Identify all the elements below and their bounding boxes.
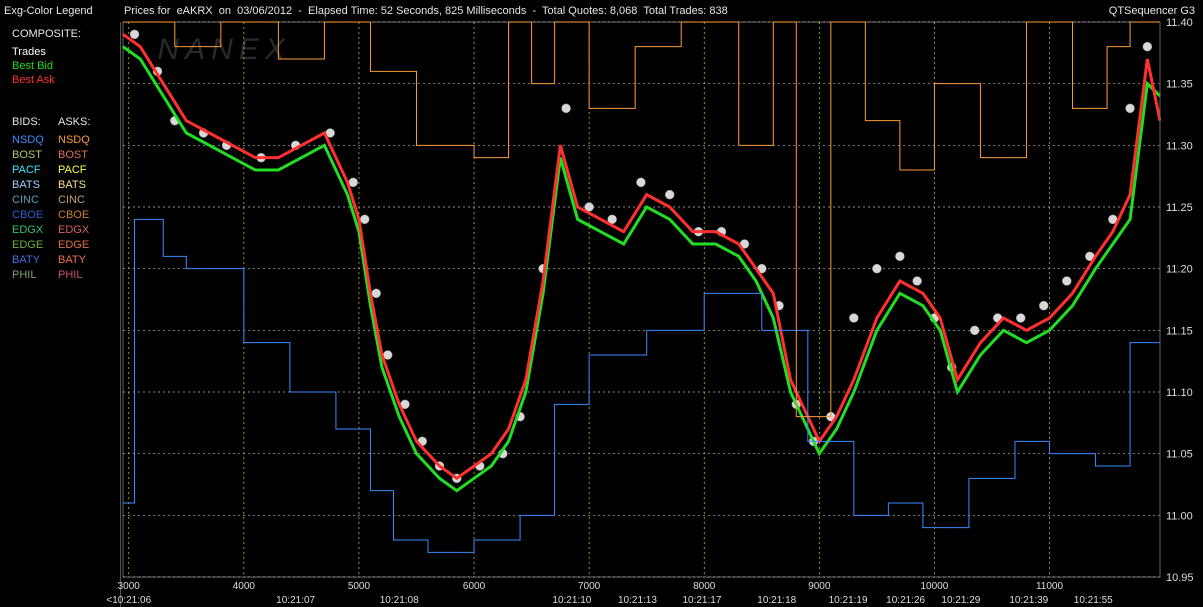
x-tick-label: 4000 <box>233 581 256 592</box>
trade-marker <box>872 263 882 274</box>
trade-marker <box>348 177 358 188</box>
trade-marker <box>1062 276 1072 286</box>
price-chart: NANEX 10.95 11.00 11.05 11.10 11.15 11.20 11.25… <box>106 17 1194 606</box>
x-tick-label: 6000 <box>463 581 486 592</box>
trade-marker <box>1125 103 1135 114</box>
x-time-label: 10:21:18 <box>757 595 796 606</box>
x-time-label: 10:21:29 <box>941 595 980 606</box>
x-time-label: 10:21:19 <box>829 595 868 606</box>
y-tick-label: 11.10 <box>1166 387 1193 399</box>
x-tick-label: 9000 <box>808 581 831 592</box>
trade-marker <box>1039 300 1049 311</box>
y-tick-label: 11.40 <box>1166 17 1193 29</box>
trade-marker <box>969 325 980 336</box>
trade-marker <box>1015 313 1026 323</box>
x-time-label: 10:21:13 <box>618 595 657 606</box>
x-time-label: 10:21:55 <box>1074 595 1113 606</box>
x-time-label: 10:21:10 <box>552 595 591 606</box>
trade-marker <box>664 189 675 200</box>
trade-marker <box>912 276 922 286</box>
y-tick-label: 11.25 <box>1166 202 1193 214</box>
x-tick-label: 11000 <box>1036 581 1064 592</box>
y-tick-label: 11.20 <box>1166 264 1193 276</box>
trade-marker <box>129 29 140 40</box>
x-tick-label: 10000 <box>921 581 949 592</box>
x-tick-label: 8000 <box>693 581 716 592</box>
trade-marker <box>561 103 571 114</box>
trade-marker <box>359 214 370 225</box>
trade-marker <box>1142 41 1153 52</box>
y-tick-label: 11.35 <box>1166 79 1193 91</box>
y-tick-label: 11.05 <box>1166 449 1193 461</box>
x-time-label: 10:21:08 <box>380 595 419 606</box>
x-time-label: 10:21:26 <box>886 595 925 606</box>
watermark: NANEX <box>158 33 291 66</box>
x-time-label: <10:21:06 <box>106 595 151 606</box>
y-tick-label: 11.30 <box>1166 140 1193 152</box>
x-tick-label: 5000 <box>348 581 371 592</box>
y-tick-label: 10.95 <box>1166 572 1194 584</box>
x-tick-label: 7000 <box>578 581 601 592</box>
x-time-label: 10:21:07 <box>276 595 315 606</box>
y-tick-label: 11.15 <box>1166 325 1193 337</box>
trade-marker <box>371 288 381 299</box>
trade-marker <box>636 177 646 188</box>
x-tick-label: 3000 <box>118 581 141 592</box>
x-time-label: 10:21:17 <box>682 595 721 606</box>
trade-marker <box>849 313 859 323</box>
x-time-label: 10:21:39 <box>1009 595 1048 606</box>
trade-marker <box>895 251 905 262</box>
plot-area <box>122 21 1161 578</box>
y-tick-label: 11.00 <box>1166 510 1193 522</box>
